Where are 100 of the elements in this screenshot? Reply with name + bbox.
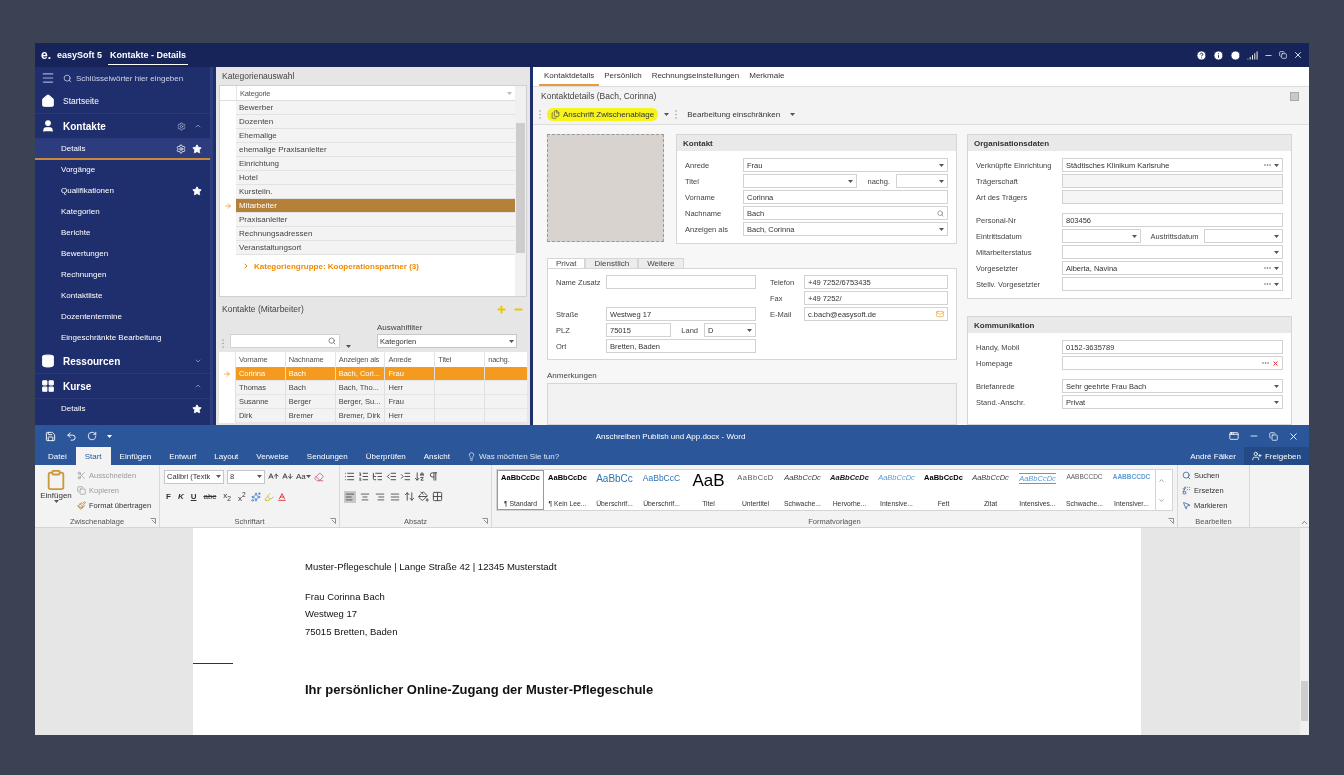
search-field[interactable] bbox=[230, 334, 340, 348]
close-icon[interactable] bbox=[1293, 50, 1303, 60]
nav-item[interactable]: Qualifikationen bbox=[35, 181, 210, 202]
align-button[interactable] bbox=[374, 490, 386, 503]
nav-item[interactable]: Rechnungen bbox=[35, 265, 210, 286]
nav-item[interactable]: Dozententermine bbox=[35, 307, 210, 328]
restore-icon[interactable] bbox=[1269, 431, 1278, 441]
text-effects-icon[interactable] bbox=[250, 491, 261, 502]
paint-bucket-icon[interactable] bbox=[418, 491, 429, 502]
ribbon-options-icon[interactable] bbox=[1229, 431, 1239, 441]
tab[interactable]: Einfügen bbox=[110, 447, 161, 465]
toolbar-button[interactable]: Anschrift Zwischenablage bbox=[547, 108, 659, 121]
tab[interactable]: Merkmale bbox=[744, 67, 790, 86]
format-button[interactable]: abc bbox=[201, 492, 219, 501]
list-item[interactable]: Dozenten bbox=[236, 115, 515, 129]
format-button[interactable]: x$_{2}$ bbox=[221, 491, 234, 502]
save-icon[interactable] bbox=[45, 430, 56, 442]
notes-field[interactable] bbox=[547, 383, 957, 425]
list-item[interactable]: Hotel bbox=[236, 171, 515, 185]
dialog-launcher-icon[interactable] bbox=[150, 518, 156, 524]
close-icon[interactable] bbox=[1288, 430, 1299, 442]
signal-icon[interactable] bbox=[1247, 49, 1258, 61]
scrollbar[interactable] bbox=[1155, 470, 1166, 510]
scrollbar[interactable] bbox=[515, 86, 526, 296]
tab[interactable]: Start bbox=[75, 447, 111, 465]
bullet-list-icon[interactable] bbox=[344, 471, 355, 482]
star-icon[interactable] bbox=[192, 143, 202, 154]
increase-indent-icon[interactable] bbox=[400, 471, 411, 482]
eraser-icon[interactable] bbox=[313, 471, 324, 482]
restore-icon[interactable] bbox=[1279, 51, 1287, 59]
dropdown-field[interactable] bbox=[743, 174, 858, 188]
dropdown-field[interactable] bbox=[1062, 245, 1283, 259]
borders-icon[interactable] bbox=[432, 491, 443, 502]
undo-icon[interactable] bbox=[66, 430, 77, 442]
line-spacing-icon[interactable] bbox=[404, 491, 415, 502]
text-field[interactable] bbox=[606, 275, 756, 290]
dialog-launcher-icon[interactable] bbox=[330, 518, 336, 524]
tab[interactable]: Kontaktdetails bbox=[539, 67, 600, 86]
change-case-button[interactable]: Aa bbox=[296, 472, 311, 481]
paste-button[interactable]: Einfügen bbox=[39, 469, 73, 515]
dialog-launcher-icon[interactable] bbox=[1168, 518, 1174, 524]
dropdown-field[interactable] bbox=[1204, 229, 1283, 243]
dialog-launcher-icon[interactable] bbox=[482, 518, 488, 524]
list-item[interactable]: Rechnungsadressen bbox=[236, 227, 515, 241]
nav-item[interactable]: Berichte bbox=[35, 223, 210, 244]
nav-section[interactable]: Startseite bbox=[35, 89, 210, 114]
tab[interactable]: Überprüfen bbox=[356, 447, 415, 465]
chevron-down-icon[interactable] bbox=[194, 357, 202, 365]
decrease-indent-icon[interactable] bbox=[386, 471, 397, 482]
sort-icon[interactable] bbox=[414, 471, 425, 482]
list-item[interactable]: Bewerber bbox=[236, 101, 515, 115]
align-button[interactable] bbox=[359, 490, 371, 503]
format-button[interactable]: K bbox=[175, 492, 186, 501]
nav-item[interactable]: Vorgänge bbox=[35, 160, 210, 181]
redo-icon[interactable] bbox=[87, 431, 97, 441]
format-button[interactable]: x$^{2}$ bbox=[236, 490, 248, 503]
nav-item[interactable]: Eingeschränkte Bearbeitung bbox=[35, 328, 210, 349]
search-field[interactable]: Schlüsselwörter hier eingeben bbox=[63, 73, 204, 83]
chevron-up-icon[interactable] bbox=[1157, 476, 1165, 484]
tab[interactable]: Layout bbox=[205, 447, 248, 465]
list-item[interactable]: Kursteiln. bbox=[236, 185, 515, 199]
toolbar-button[interactable]: Bearbeitung einschränken bbox=[683, 108, 785, 121]
list-item[interactable]: Veranstaltungsort bbox=[236, 241, 515, 255]
chevron-up-icon[interactable] bbox=[194, 382, 202, 390]
tab[interactable]: Persönlich bbox=[599, 67, 647, 86]
shrink-font-icon[interactable] bbox=[282, 471, 293, 482]
format-button[interactable]: U bbox=[188, 492, 199, 501]
nav-section[interactable]: Ressourcen bbox=[35, 349, 210, 374]
tab[interactable]: Rechnungseinstellungen bbox=[646, 67, 745, 86]
dropdown-field[interactable] bbox=[896, 174, 948, 188]
tell-me-field[interactable]: Was möchten Sie tun? bbox=[467, 447, 560, 465]
star-icon[interactable] bbox=[192, 403, 202, 414]
pilcrow-icon[interactable] bbox=[428, 471, 439, 482]
scrollbar[interactable] bbox=[1300, 528, 1309, 735]
chevron-down-icon[interactable] bbox=[1157, 496, 1165, 504]
collapse-ribbon-icon[interactable] bbox=[1300, 518, 1309, 527]
list-item[interactable]: ehemalige Praxisanleiter bbox=[236, 143, 515, 157]
grow-font-icon[interactable] bbox=[268, 471, 279, 482]
list-item[interactable]: Ehemalige bbox=[236, 129, 515, 143]
link-field[interactable] bbox=[1062, 356, 1283, 370]
settings-icon[interactable] bbox=[177, 121, 186, 131]
tab[interactable]: Sendungen bbox=[297, 447, 357, 465]
info-icon[interactable] bbox=[1213, 49, 1224, 61]
font-color-icon[interactable] bbox=[276, 491, 287, 502]
star-icon[interactable] bbox=[192, 185, 202, 196]
list-item[interactable]: Praxisanleiter bbox=[236, 213, 515, 227]
share-button[interactable]: Freigeben bbox=[1243, 447, 1309, 465]
nav-item[interactable]: Bewertungen bbox=[35, 244, 210, 265]
tab[interactable]: Kontakte - Details bbox=[108, 45, 189, 65]
align-button[interactable] bbox=[344, 490, 356, 503]
tab[interactable]: Ansicht bbox=[414, 447, 459, 465]
format-button[interactable]: F bbox=[164, 492, 173, 501]
lookup-field[interactable] bbox=[1062, 277, 1283, 291]
tab[interactable]: Verweise bbox=[247, 447, 298, 465]
nav-item[interactable]: Details bbox=[35, 399, 210, 420]
nav-item[interactable]: Kategorien bbox=[35, 202, 210, 223]
nav-item[interactable]: Kontaktliste bbox=[35, 286, 210, 307]
panel-icon[interactable] bbox=[1290, 91, 1299, 101]
menu-icon[interactable] bbox=[41, 71, 55, 85]
tab[interactable]: Entwurf bbox=[160, 447, 206, 465]
